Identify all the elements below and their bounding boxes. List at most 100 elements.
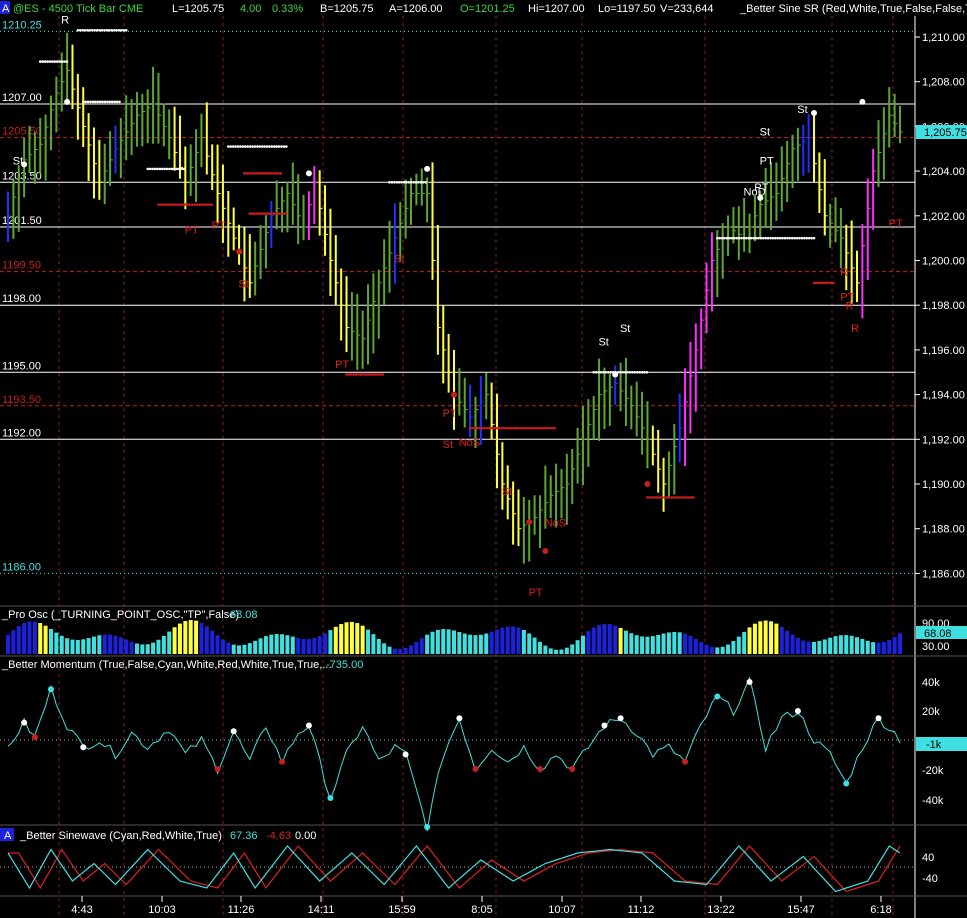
signal-dot	[95, 28, 99, 32]
momentum-panel[interactable]: _Better Momentum (True,False,Cyan,White,…	[0, 659, 967, 832]
osc-histogram-bar	[285, 635, 290, 654]
osc-histogram-bar	[280, 634, 285, 654]
time-axis-label: 10:07	[548, 904, 576, 916]
osc-histogram-bar	[618, 627, 623, 654]
signal-dot	[122, 28, 126, 32]
chart-header: A @ES - 4500 Tick Bar CME L=1205.75 4.00…	[0, 1, 967, 15]
osc-histogram-bar	[876, 642, 881, 654]
chart-annotation: R	[61, 15, 69, 27]
price-level-label: 1199.50	[2, 260, 41, 272]
bid-price: B=1205.75	[320, 3, 374, 15]
signal-dot	[500, 426, 503, 430]
signal-dot	[256, 145, 259, 148]
signal-dot	[96, 100, 100, 104]
signal-dot	[118, 100, 121, 104]
signal-dot	[606, 370, 610, 374]
signal-dot	[236, 145, 240, 148]
signal-dot	[170, 167, 174, 171]
signal-dot	[795, 236, 799, 240]
signal-dot	[771, 236, 775, 240]
signal-dot	[81, 28, 84, 32]
osc-histogram-bar	[253, 640, 258, 654]
osc-histogram-bar	[860, 639, 865, 654]
signal-dot	[41, 60, 44, 63]
price-axis-label: 1,186.00	[922, 568, 965, 580]
osc-histogram-bar	[640, 636, 645, 654]
signal-dot	[390, 180, 394, 184]
osc-histogram-bar	[752, 623, 757, 654]
signal-dot	[672, 496, 676, 499]
momentum-pivot-dot	[536, 766, 543, 772]
osc-histogram-bar	[736, 636, 741, 654]
price-axis-label: 1,188.00	[922, 524, 965, 536]
signal-dot	[260, 172, 263, 175]
sinewave-lead-line	[8, 845, 901, 893]
osc-histogram-bar	[478, 634, 483, 654]
sinewave-panel[interactable]: A _Better Sinewave (Cyan,Red,White,True)…	[0, 828, 938, 893]
signal-dot	[604, 370, 608, 374]
time-axis-label: 8:05	[471, 904, 492, 916]
signal-dot	[422, 180, 425, 184]
signal-dot	[815, 281, 818, 285]
osc-histogram-bar	[452, 630, 456, 654]
pivot-dot	[612, 371, 619, 378]
signal-dot	[180, 167, 183, 171]
osc-histogram-bar	[129, 641, 134, 654]
high-price: Hi=1207.00	[528, 3, 585, 15]
time-axis-label: 15:59	[388, 904, 416, 916]
signal-dot	[793, 236, 796, 240]
trading-chart[interactable]: A @ES - 4500 Tick Bar CME L=1205.75 4.00…	[0, 0, 967, 918]
signal-dot	[374, 373, 377, 376]
osc-histogram-bar	[591, 627, 596, 654]
signal-dot	[105, 28, 109, 32]
price-axis-label: 1,194.00	[922, 390, 965, 402]
signal-dot	[267, 172, 270, 175]
osc-histogram-bar	[97, 635, 102, 654]
signal-dot	[117, 28, 121, 32]
signal-dot	[490, 426, 494, 430]
chart-annotation: PT	[443, 408, 457, 420]
momentum-pivot-dot	[601, 722, 608, 729]
signal-dot	[168, 167, 171, 171]
signal-dot	[282, 145, 286, 148]
pro-osc-panel[interactable]: _Pro Osc (_TURNING_POINT_OSC,"TP",False)…	[1, 609, 967, 654]
momentum-line	[7, 676, 901, 832]
signal-dot	[83, 28, 87, 32]
chart-annotation: R	[851, 323, 859, 335]
signal-dot	[198, 203, 201, 206]
momentum-pivot-dot	[305, 722, 312, 729]
osc-histogram-bar	[806, 641, 811, 654]
osc-histogram-bar	[457, 632, 462, 654]
signal-dot	[766, 236, 770, 240]
osc-histogram-bar	[720, 646, 725, 654]
signal-dot	[670, 496, 673, 499]
signal-dot	[38, 60, 42, 63]
signal-dot	[409, 180, 413, 184]
momentum-pivot-dot	[875, 715, 882, 722]
signal-dot	[619, 370, 622, 374]
osc-histogram-bar	[747, 627, 752, 654]
sinewave-badge-label: A	[4, 830, 12, 842]
signal-dot	[388, 180, 391, 184]
osc-histogram-bar	[75, 639, 80, 654]
signal-dot	[245, 172, 249, 175]
osc-histogram-bar	[656, 634, 661, 654]
price-axis-label: 1,198.00	[922, 300, 965, 312]
momentum-pivot-dot	[843, 780, 850, 787]
signal-dot	[512, 426, 515, 430]
price-axis-label: 1,192.00	[922, 434, 965, 446]
osc-histogram-bar	[699, 641, 704, 654]
signal-dot	[667, 496, 671, 499]
osc-histogram-bar	[199, 622, 204, 654]
osc-histogram-bar	[489, 631, 494, 654]
momentum-pivot-dot	[617, 715, 624, 722]
signal-dot	[716, 236, 719, 240]
osc-histogram-bar	[247, 643, 252, 654]
signal-dot	[88, 28, 92, 32]
momentum-pivot-dot	[569, 766, 576, 772]
osc-histogram-bar	[785, 630, 790, 654]
osc-histogram-bar	[140, 644, 145, 654]
pivot-dot	[644, 481, 651, 487]
signal-dot	[529, 426, 532, 430]
signal-dot	[103, 100, 107, 104]
